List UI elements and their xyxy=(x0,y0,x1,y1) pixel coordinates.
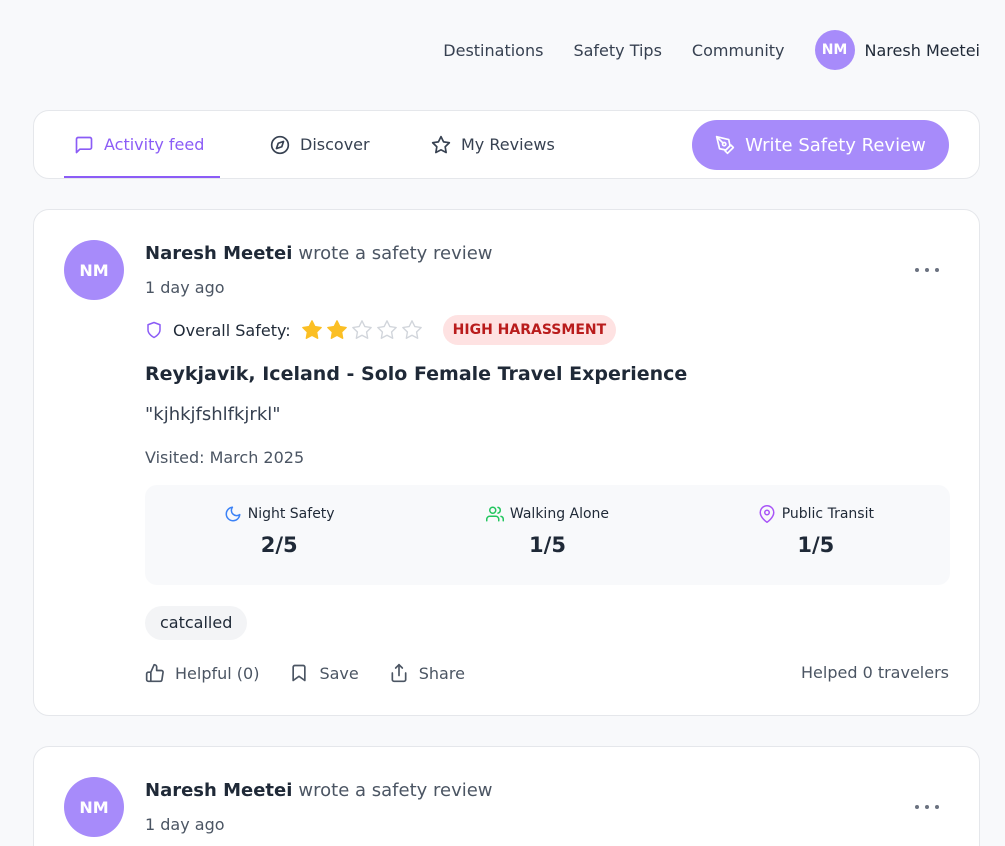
more-options-icon[interactable] xyxy=(915,797,939,817)
nav-safety-tips[interactable]: Safety Tips xyxy=(573,41,661,60)
save-button[interactable]: Save xyxy=(289,663,359,683)
tab-bar: Activity feed Discover My Reviews Write … xyxy=(33,110,980,179)
review-title[interactable]: Reykjavik, Iceland - Solo Female Travel … xyxy=(145,363,687,385)
moon-icon xyxy=(225,506,241,522)
users-icon xyxy=(485,506,504,522)
author-avatar[interactable]: NM xyxy=(64,240,124,300)
review-card: NM Naresh Meetei wrote a safety review 1 … xyxy=(33,746,980,846)
star-filled-icon xyxy=(326,320,347,339)
visited-date: Visited: March 2025 xyxy=(145,448,305,467)
compass-icon xyxy=(270,135,290,154)
share-label: Share xyxy=(418,663,465,683)
experience-tag[interactable]: catcalled xyxy=(145,606,248,640)
tab-discover[interactable]: Discover xyxy=(270,111,370,178)
post-action-text: wrote a safety review xyxy=(298,243,493,264)
metric-value: 1/5 xyxy=(797,533,835,557)
tab-my-reviews[interactable]: My Reviews xyxy=(431,111,555,178)
bookmark-icon xyxy=(292,664,307,682)
safety-metrics: Night Safety 2/5 Walking Alone 1/5 Publi… xyxy=(145,485,950,585)
tab-activity-feed[interactable]: Activity feed xyxy=(64,111,220,178)
nav-destinations[interactable]: Destinations xyxy=(443,41,543,60)
star-rating xyxy=(301,319,426,341)
metric-label: Public Transit xyxy=(781,506,874,522)
star-outline-icon xyxy=(431,135,451,153)
post-action-text: wrote a safety review xyxy=(298,780,493,801)
save-label: Save xyxy=(319,663,359,683)
message-square-icon xyxy=(75,136,93,153)
share-icon xyxy=(391,663,407,683)
overall-safety-rating: Overall Safety: HIGH HARASSMENT xyxy=(145,315,617,345)
metric-public-transit: Public Transit 1/5 xyxy=(682,485,950,585)
top-navigation: Destinations Safety Tips Community NM Na… xyxy=(413,30,980,70)
star-empty-icon xyxy=(401,320,422,339)
user-name: Naresh Meetei xyxy=(864,40,980,60)
helpful-label: Helpful (0) xyxy=(175,663,260,683)
metric-walking-alone: Walking Alone 1/5 xyxy=(413,485,681,585)
share-button[interactable]: Share xyxy=(389,663,465,683)
helpful-button[interactable]: Helpful (0) xyxy=(145,663,259,683)
review-card: NM Naresh Meetei wrote a safety review 1 … xyxy=(33,209,980,716)
post-header: Naresh Meetei wrote a safety review xyxy=(145,780,493,801)
author-name[interactable]: Naresh Meetei xyxy=(145,243,292,264)
review-quote: "kjhkjfshlfkjrkl" xyxy=(145,404,281,425)
nav-community[interactable]: Community xyxy=(692,41,785,60)
user-menu[interactable]: NM Naresh Meetei xyxy=(814,30,980,70)
map-pin-icon xyxy=(759,505,775,523)
author-name[interactable]: Naresh Meetei xyxy=(145,780,292,801)
post-header: Naresh Meetei wrote a safety review xyxy=(145,243,493,264)
user-avatar: NM xyxy=(814,30,855,70)
thumbs-up-icon xyxy=(145,663,164,683)
pen-tool-icon xyxy=(715,135,735,155)
post-timestamp: 1 day ago xyxy=(145,815,225,834)
helped-count: Helped 0 travelers xyxy=(801,663,949,682)
author-avatar[interactable]: NM xyxy=(64,777,124,837)
tab-reviews-label: My Reviews xyxy=(461,135,555,154)
metric-value: 2/5 xyxy=(260,533,298,557)
post-timestamp: 1 day ago xyxy=(145,278,225,297)
metric-label: Night Safety xyxy=(247,506,335,522)
star-filled-icon xyxy=(301,320,322,339)
metric-value: 1/5 xyxy=(529,533,566,557)
tab-discover-label: Discover xyxy=(300,135,370,154)
shield-icon xyxy=(147,321,161,339)
tab-activity-label: Activity feed xyxy=(104,135,205,154)
star-empty-icon xyxy=(376,320,397,339)
overall-safety-label: Overall Safety: xyxy=(173,320,291,340)
star-empty-icon xyxy=(351,320,372,339)
metric-night-safety: Night Safety 2/5 xyxy=(145,485,413,585)
write-safety-review-button[interactable]: Write Safety Review xyxy=(692,120,949,170)
metric-label: Walking Alone xyxy=(509,506,610,522)
write-button-label: Write Safety Review xyxy=(745,134,926,156)
post-actions: Helpful (0) Save Share xyxy=(145,660,495,686)
harassment-badge: HIGH HARASSMENT xyxy=(442,315,617,345)
more-options-icon[interactable] xyxy=(915,260,939,280)
